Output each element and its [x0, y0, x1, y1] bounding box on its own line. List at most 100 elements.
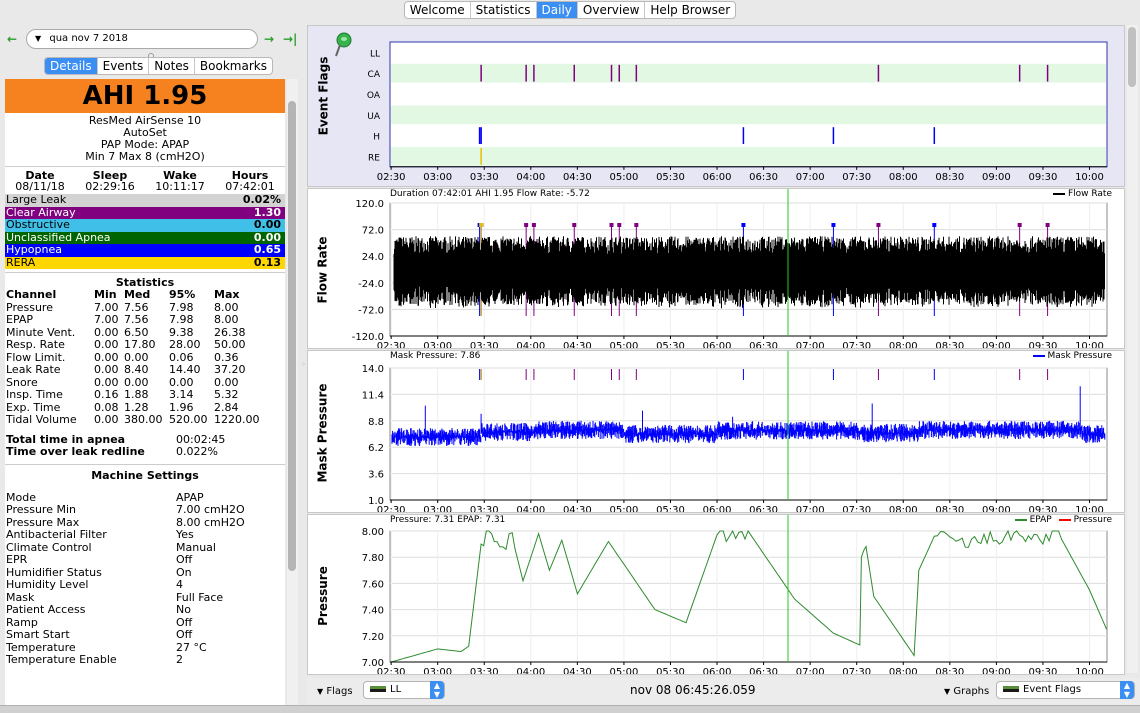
graphs-scroll-thumb[interactable]	[1128, 27, 1136, 87]
left-tab-notes[interactable]: Notes	[149, 58, 195, 74]
x-tick-label: 04:30	[563, 505, 592, 513]
x-tick-label: 09:30	[1029, 667, 1058, 675]
event-flags-graph[interactable]: LL CA OA UA H RE 02:30 03:00 03:30 04:00 04:30 05:…	[307, 25, 1125, 187]
machine-settings-table: Mode APAP Pressure Min 7.00 cmH2O Pressure M…	[5, 491, 285, 667]
statistics-row: EPAP 7.00 7.56 7.98 8.00	[5, 313, 285, 327]
mask-pressure-ylabel: Mask Pressure	[316, 382, 331, 483]
x-tick-label: 05:00	[610, 341, 639, 349]
session-value: 02:29:16	[85, 180, 135, 193]
pressure-graph[interactable]: 8.00 7.80 7.60 7.40 7.20 7.00 02:30 03:00 03:30…	[307, 514, 1125, 675]
y-tick-label: 7.80	[362, 553, 384, 564]
chevron-down-icon[interactable]: ▼	[944, 687, 950, 696]
left-scrollbar[interactable]	[287, 79, 298, 713]
setting-value: Manual	[176, 540, 216, 554]
flow-rate-graph[interactable]: 120.0 72.0 24.0 -24.0 -72.0 -120.0 02:30 03:00…	[307, 188, 1125, 349]
setting-value: 4	[176, 578, 183, 591]
x-tick-label: 09:00	[982, 172, 1011, 183]
top-tab-overview[interactable]: Overview	[578, 2, 646, 18]
setting-row: Climate Control Manual	[5, 540, 285, 555]
statistics-cell: 7.00	[94, 313, 119, 326]
event-value: 0.02%	[242, 193, 281, 206]
totals: Total time in apnea 00:02:45 Time over lea…	[5, 433, 285, 459]
divider	[5, 463, 285, 465]
mask-pressure-legend: Mask Pressure	[1032, 351, 1112, 361]
mask-pressure-graph[interactable]: 14.0 11.4 8.8 6.2 3.6 1.0 02:30 03:00 03:30 04:0…	[307, 350, 1125, 513]
back-arrow-icon[interactable]: ←	[7, 32, 17, 46]
session-times: Date Sleep Wake Hours 08/11/18 02:29:16 10:11:…	[5, 170, 285, 192]
event-marker	[932, 223, 937, 227]
x-tick-label: 03:00	[423, 667, 452, 675]
x-tick-label: 07:30	[842, 172, 871, 183]
ahi-banner: AHI 1.95	[5, 79, 285, 113]
left-tab-bookmarks[interactable]: Bookmarks	[195, 58, 272, 74]
event-marker	[609, 223, 614, 227]
x-tick-label: 08:30	[935, 172, 964, 183]
top-tab-daily[interactable]: Daily	[536, 2, 578, 18]
top-tab-statistics[interactable]: Statistics	[471, 2, 537, 18]
event-row[interactable]: RERA 0.13	[5, 256, 285, 269]
forward-arrow-icon[interactable]: →	[264, 32, 274, 46]
statistics-cell: 14.40	[169, 363, 201, 376]
event-flags-svg: LL CA OA UA H RE 02:30 03:00 03:30 04:00 04:30 05:…	[308, 26, 1124, 186]
setting-value: Off	[176, 615, 193, 629]
splitter-handle-icon[interactable]: ◦	[301, 360, 306, 369]
event-marker	[1017, 223, 1022, 227]
y-tick-label: 8.8	[368, 417, 384, 428]
last-day-icon[interactable]: →|	[283, 32, 297, 46]
statistics-cell: 0.16	[94, 388, 119, 401]
statistics-header: Min	[94, 288, 117, 301]
x-tick-label: 09:30	[1029, 172, 1058, 183]
setting-row: Humidity Level 4	[5, 578, 285, 592]
top-tab-welcome[interactable]: Welcome	[405, 2, 471, 18]
event-row[interactable]: Hypopnea 0.65	[5, 243, 285, 257]
graphs-select[interactable]: Event Flags ▲ ▼	[996, 681, 1135, 699]
x-tick-label: 08:00	[889, 505, 918, 513]
session-value: 07:42:01	[225, 180, 275, 193]
setting-label: Pressure Min	[6, 503, 76, 516]
details-panel: AHI 1.95 ResMed AirSense 10 AutoSet PAP …	[5, 79, 285, 713]
select-arrows-icon[interactable]: ▲ ▼	[1120, 681, 1134, 699]
left-scroll-thumb[interactable]	[288, 101, 296, 571]
statistics-cell: 3.14	[169, 388, 194, 401]
select-arrows-icon[interactable]: ▲ ▼	[430, 681, 444, 699]
left-tab-events[interactable]: Events	[98, 58, 150, 74]
chevron-down-icon[interactable]: ▼	[317, 687, 323, 696]
row-band	[391, 147, 1106, 166]
x-tick-label: 08:00	[889, 667, 918, 675]
event-marker	[634, 223, 639, 227]
y-tick-label: 24.0	[362, 252, 384, 263]
x-tick-label: 05:30	[656, 341, 685, 349]
x-tick-label: 03:00	[423, 172, 452, 183]
legend-swatch	[1052, 192, 1065, 195]
pressure-range: Min 7 Max 8 (cmH2O)	[85, 150, 205, 163]
event-marker	[531, 223, 536, 227]
statistics-header: Max	[214, 288, 240, 301]
setting-row: Pressure Min 7.00 cmH2O	[5, 503, 285, 517]
row-band	[391, 105, 1106, 125]
setting-value: On	[176, 565, 192, 579]
statistics-cell: 0.00	[94, 338, 119, 351]
sleephq-daily-window: Welcome Statistics Daily Overview Help Brows…	[0, 0, 1140, 713]
x-tick-label: 06:00	[703, 505, 732, 513]
statistics-cell: 50.00	[214, 338, 246, 351]
x-tick-label: 02:30	[377, 505, 406, 513]
date-picker[interactable]: ▼ qua nov 7 2018	[26, 29, 258, 49]
setting-row: Smart Start Off	[5, 628, 285, 642]
setting-value: No	[176, 603, 191, 616]
left-tab-details[interactable]: Details	[45, 58, 98, 74]
x-tick-label: 05:30	[656, 667, 685, 675]
graphs-scrollbar[interactable]	[1127, 25, 1138, 673]
panel-splitter[interactable]: ◦	[300, 22, 306, 713]
top-tab-help-browser[interactable]: Help Browser	[645, 2, 735, 18]
chevron-down-icon[interactable]: ▼	[35, 34, 41, 43]
x-tick-label: 07:00	[796, 505, 825, 513]
pressure-ylabel: Pressure	[316, 565, 330, 626]
statistics-cell: 520.00	[169, 413, 208, 426]
event-marker	[1045, 223, 1050, 227]
statistics-cell: 1.88	[124, 388, 149, 401]
flags-select[interactable]: LL ▲ ▼	[363, 681, 445, 699]
setting-label: Antibacterial Filter	[6, 528, 107, 541]
setting-value: Off	[176, 628, 193, 641]
divider	[5, 166, 285, 167]
divider	[5, 272, 285, 273]
